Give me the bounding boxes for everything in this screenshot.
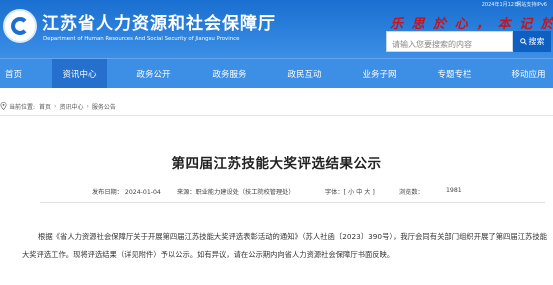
article-meta: 发布日期： 2024-01-04 来源：职业能力建设处（技工院校管理处） 字体：… — [0, 187, 553, 197]
search-input[interactable] — [387, 35, 512, 54]
search-button[interactable]: 搜索 — [513, 31, 551, 52]
divider — [0, 115, 553, 116]
article-source: 来源：职业能力建设处（技工院校管理处） — [177, 189, 295, 196]
header-date: 2024年1月12日 — [481, 2, 519, 8]
views-count: 1981 — [446, 187, 462, 194]
site-subtitle: Department of Human Resources And Social… — [43, 36, 240, 42]
breadcrumb-home[interactable]: 首页 — [39, 102, 51, 111]
article-body: 根据《省人力资源社会保障厅关于开展第四届江苏技能大奖评选表彰活动的通知》（苏人社… — [22, 232, 547, 259]
main-nav: 首页 资讯中心 政务公开 政务服务 政民互动 业务子网 专题专栏 移动应用 — [0, 58, 553, 88]
chevron-right-icon: › — [54, 102, 57, 110]
divider — [40, 202, 545, 203]
breadcrumb-news[interactable]: 资讯中心 — [59, 102, 83, 111]
location-pin-icon — [0, 102, 7, 110]
breadcrumb-notices[interactable]: 服务公告 — [92, 102, 116, 111]
search-icon — [519, 38, 527, 45]
breadcrumb-label: 当前位置: — [9, 103, 36, 111]
nav-item-sub-sites[interactable]: 业务子网 — [352, 59, 407, 88]
header-slogan: 乐 思 於 心 ， 本 记 於 行 — [390, 17, 553, 32]
publish-date: 发布日期： 2024-01-04 — [92, 189, 161, 196]
article-title: 第四届江苏技能大奖评选结果公示 — [171, 156, 382, 172]
nav-item-topics[interactable]: 专题专栏 — [427, 59, 482, 88]
nav-item-home[interactable]: 首页 — [0, 59, 27, 88]
ipv6-badge: 网站支持IPv6 — [516, 2, 547, 8]
nav-item-gov-services[interactable]: 政务服务 — [202, 59, 257, 88]
chevron-right-icon: › — [86, 102, 89, 110]
logo-emblem-icon — [11, 17, 29, 35]
search-box — [386, 31, 513, 54]
search-button-label: 搜索 — [528, 37, 545, 46]
nav-item-mobile[interactable]: 移动应用 — [504, 59, 553, 88]
nav-item-news[interactable]: 资讯中心 — [52, 59, 107, 88]
nav-item-public-affairs[interactable]: 政务公开 — [126, 59, 181, 88]
site-header: 2024年1月12日 网站支持IPv6 江苏省人力资源和社会保障厅 Depart… — [0, 0, 553, 58]
nav-item-interaction[interactable]: 政民互动 — [277, 59, 332, 88]
site-logo[interactable] — [3, 9, 37, 43]
site-title[interactable]: 江苏省人力资源和社会保障厅 — [42, 9, 276, 34]
font-size-switcher[interactable]: 字体：[ 小 中 大 ] — [325, 187, 375, 196]
views-label: 浏览数： — [399, 189, 424, 196]
breadcrumb: 当前位置: 首页 › 资讯中心 › 服务公告 — [0, 100, 116, 112]
